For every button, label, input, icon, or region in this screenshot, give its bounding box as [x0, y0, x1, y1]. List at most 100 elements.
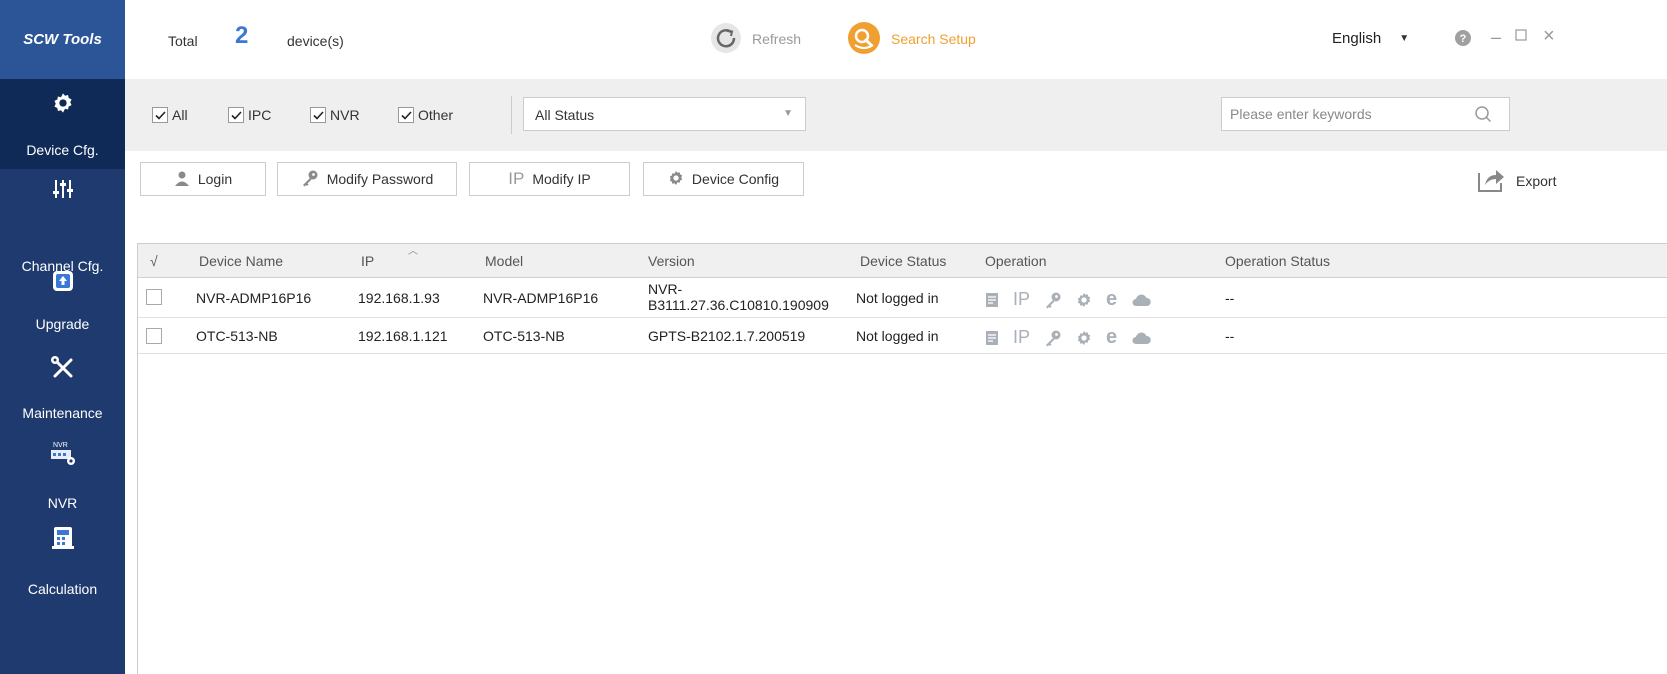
filter-other-label: Other [418, 107, 454, 123]
device-config-label: Device Config [691, 171, 780, 187]
language-value: English [1332, 30, 1382, 47]
sidebar-item-channel-cfg[interactable]: Channel Cfg. [0, 169, 125, 274]
device-version-line: B3111.27.36.C10810.190909 [648, 297, 829, 313]
sidebar-item-upgrade[interactable]: Upgrade [0, 270, 125, 340]
gear-icon[interactable] [1076, 330, 1092, 346]
sidebar-item-label: Calculation [27, 581, 98, 597]
app-brand: SCW Tools [0, 0, 125, 79]
device-model: OTC-513-NB [483, 328, 565, 344]
search-icon[interactable] [1474, 105, 1492, 126]
filter-all-label: All [172, 107, 188, 123]
modify-password-button[interactable]: Modify Password [277, 162, 457, 196]
log-icon[interactable] [985, 330, 999, 346]
column-header-ip[interactable]: IP [361, 253, 374, 269]
column-header-operation-status[interactable]: Operation Status [1225, 253, 1330, 269]
row-checkbox[interactable] [146, 289, 162, 305]
filter-ipc-label: IPC [248, 107, 272, 123]
minimize-button[interactable]: – [1491, 27, 1501, 48]
user-icon [174, 170, 190, 189]
filter-all-checkbox[interactable]: All [152, 107, 188, 123]
ip-icon[interactable]: IP [1013, 289, 1030, 310]
column-header-model[interactable]: Model [485, 253, 523, 269]
ip-icon: IP [508, 169, 525, 188]
sidebar-item-label: NVR [47, 495, 78, 511]
ip-icon[interactable]: IP [1013, 327, 1030, 348]
device-version: NVR- B3111.27.36.C10810.190909 [648, 281, 829, 313]
sidebar-item-calculation[interactable]: Calculation [0, 526, 125, 598]
search-setup-icon [847, 21, 881, 58]
operation-status: -- [1225, 328, 1235, 344]
total-label: Total [168, 33, 198, 49]
refresh-button[interactable]: Refresh [710, 22, 801, 56]
search-input[interactable] [1221, 97, 1510, 131]
status-select[interactable]: All Status ▼ [523, 97, 806, 131]
checkbox-checked-icon [228, 107, 244, 123]
sidebar-item-label: Upgrade [35, 316, 90, 332]
modify-ip-button[interactable]: IP Modify IP [469, 162, 630, 196]
device-status: Not logged in [856, 290, 939, 306]
sliders-icon [0, 178, 125, 200]
chevron-down-icon: ▼ [783, 108, 793, 119]
refresh-label: Refresh [752, 31, 802, 47]
key-icon[interactable] [1044, 291, 1062, 309]
help-icon[interactable]: ? [1455, 30, 1471, 49]
row-operations: IP e [985, 326, 1151, 349]
table-header: √ Device Name IP ︿ Model Version Device … [138, 244, 1667, 278]
column-header-device-status[interactable]: Device Status [860, 253, 946, 269]
column-header-version[interactable]: Version [648, 253, 695, 269]
browser-icon[interactable]: e [1106, 326, 1117, 349]
device-version-line: NVR- [648, 281, 683, 297]
filter-bar: All IPC NVR Other All Status ▼ [125, 79, 1667, 151]
filter-nvr-label: NVR [330, 107, 360, 123]
browser-icon[interactable]: e [1106, 288, 1117, 311]
device-count: 2 [235, 22, 249, 49]
upgrade-icon [0, 270, 125, 292]
tools-icon [0, 355, 125, 381]
status-select-value: All Status [535, 107, 595, 123]
gear-icon [668, 170, 684, 189]
filter-other-checkbox[interactable]: Other [398, 107, 453, 123]
svg-text:?: ? [1460, 33, 1467, 45]
key-icon[interactable] [1044, 329, 1062, 347]
gear-icon [0, 92, 125, 114]
sidebar: SCW Tools Device Cfg. Channel Cfg. Upgra… [0, 0, 125, 674]
close-button[interactable]: × [1543, 25, 1555, 48]
log-icon[interactable] [985, 292, 999, 308]
export-button[interactable]: Export [1476, 165, 1556, 196]
cloud-icon[interactable] [1131, 331, 1151, 345]
device-model: NVR-ADMP16P16 [483, 290, 599, 306]
gear-icon[interactable] [1076, 292, 1092, 308]
login-button[interactable]: Login [140, 162, 266, 196]
language-select[interactable]: English ▼ [1332, 30, 1409, 47]
filter-nvr-checkbox[interactable]: NVR [310, 107, 360, 123]
search-setup-label: Search Setup [891, 31, 976, 47]
export-icon [1476, 165, 1506, 196]
table-row[interactable]: OTC-513-NB 192.168.1.121 OTC-513-NB GPTS… [138, 318, 1667, 354]
device-config-button[interactable]: Device Config [643, 162, 804, 196]
row-operations: IP e [985, 288, 1151, 311]
cloud-icon[interactable] [1131, 293, 1151, 307]
search-setup-button[interactable]: Search Setup [847, 21, 976, 57]
maximize-button[interactable] [1515, 28, 1527, 44]
sidebar-item-device-cfg[interactable]: Device Cfg. [0, 79, 125, 169]
filter-ipc-checkbox[interactable]: IPC [228, 107, 271, 123]
sidebar-item-nvr[interactable]: NVR NVR [0, 440, 125, 511]
select-column-header[interactable]: √ [150, 253, 158, 269]
checkbox-checked-icon [310, 107, 326, 123]
calculator-icon [0, 526, 125, 550]
sidebar-item-label: Device Cfg. [26, 142, 99, 158]
device-ip: 192.168.1.93 [358, 290, 440, 306]
device-name: NVR-ADMP16P16 [196, 290, 312, 306]
table-row[interactable]: NVR-ADMP16P16 192.168.1.93 NVR-ADMP16P16… [138, 278, 1667, 318]
key-icon [301, 169, 319, 190]
sidebar-item-label: Maintenance [22, 405, 103, 421]
column-header-operation[interactable]: Operation [985, 253, 1046, 269]
column-header-device-name[interactable]: Device Name [199, 253, 283, 269]
modify-password-label: Modify Password [326, 171, 434, 187]
refresh-icon [710, 22, 742, 57]
sidebar-item-maintenance[interactable]: Maintenance [0, 355, 125, 425]
login-label: Login [197, 171, 233, 187]
row-checkbox[interactable] [146, 328, 162, 344]
device-version: GPTS-B2102.1.7.200519 [648, 328, 806, 344]
device-name: OTC-513-NB [196, 328, 278, 344]
